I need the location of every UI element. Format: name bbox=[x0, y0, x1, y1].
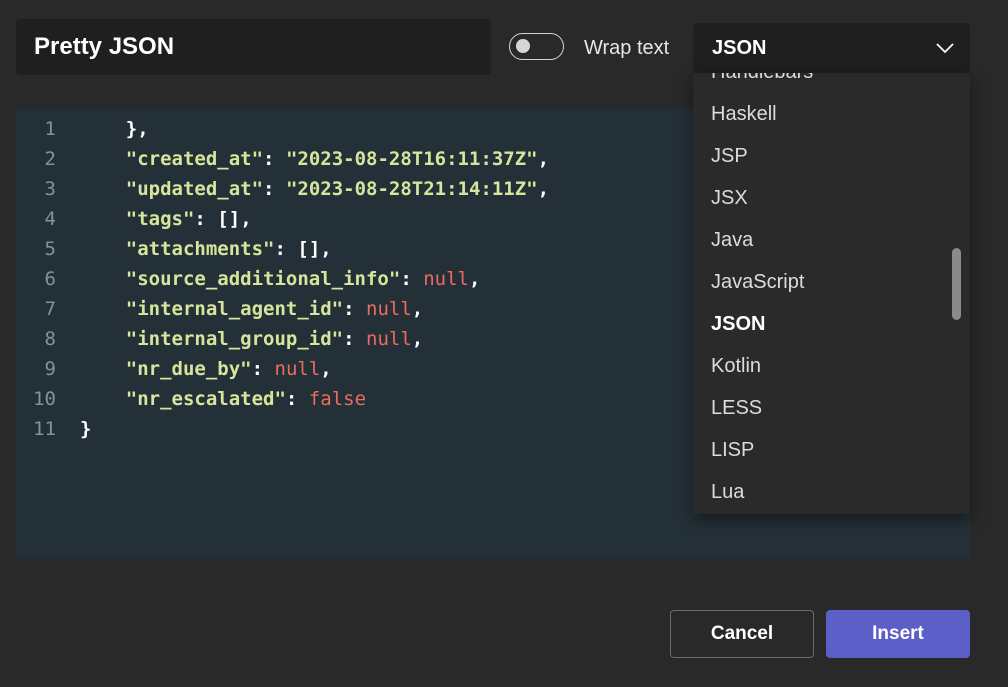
wrap-text-label: Wrap text bbox=[584, 37, 670, 59]
code-text: "tags": [], bbox=[125, 208, 252, 230]
json-value: null bbox=[366, 298, 412, 320]
code-text: "internal_group_id": null, bbox=[125, 328, 424, 350]
json-key: "source_additional_info" bbox=[125, 268, 401, 290]
language-dropdown: Lua LISP LESS Kotlin JSON JavaScript Java JSX JS… bbox=[693, 73, 970, 514]
code-text: "attachments": [], bbox=[125, 238, 332, 260]
json-key: "nr_due_by" bbox=[125, 358, 252, 380]
json-key: "updated_at" bbox=[125, 178, 264, 200]
json-key: "internal_agent_id" bbox=[125, 298, 344, 320]
language-option[interactable]: Lua bbox=[711, 480, 744, 504]
code-text: "source_additional_info": null, bbox=[125, 268, 481, 290]
code-text: } bbox=[80, 418, 92, 440]
json-value: [] bbox=[217, 208, 241, 230]
code-text: "updated_at": "2023-08-28T21:14:11Z", bbox=[125, 178, 550, 200]
dropdown-scrollbar[interactable] bbox=[952, 248, 961, 320]
json-key: "created_at" bbox=[125, 148, 264, 170]
language-select[interactable]: JSON bbox=[693, 23, 970, 73]
insert-button[interactable]: Insert bbox=[826, 610, 970, 658]
language-option[interactable]: Haskell bbox=[711, 102, 777, 126]
line-number: 4 bbox=[44, 208, 56, 230]
language-option[interactable]: JavaScript bbox=[711, 270, 804, 294]
chevron-down-icon bbox=[936, 43, 954, 54]
language-option[interactable]: JSP bbox=[711, 144, 748, 168]
json-value: [] bbox=[297, 238, 321, 260]
line-number: 6 bbox=[44, 268, 56, 290]
language-option[interactable]: LESS bbox=[711, 396, 762, 420]
line-number: 8 bbox=[44, 328, 56, 350]
code-text: "nr_due_by": null, bbox=[125, 358, 332, 380]
line-number: 9 bbox=[44, 358, 56, 380]
code-text: "internal_agent_id": null, bbox=[125, 298, 424, 320]
toggle-knob bbox=[516, 39, 530, 53]
code-text: "created_at": "2023-08-28T16:11:37Z", bbox=[125, 148, 550, 170]
json-key: "attachments" bbox=[125, 238, 275, 260]
line-number: 11 bbox=[33, 418, 56, 440]
language-option[interactable]: JSON bbox=[711, 312, 765, 336]
wrap-text-toggle[interactable] bbox=[509, 33, 564, 60]
json-value: false bbox=[308, 388, 367, 410]
language-select-value: JSON bbox=[712, 36, 767, 59]
cancel-button[interactable]: Cancel bbox=[670, 610, 814, 658]
json-value: null bbox=[423, 268, 469, 290]
snippet-title: Pretty JSON bbox=[34, 33, 175, 60]
json-key: "tags" bbox=[125, 208, 195, 230]
line-number: 7 bbox=[44, 298, 56, 320]
line-number: 5 bbox=[44, 238, 56, 260]
json-value: "2023-08-28T21:14:11Z" bbox=[285, 178, 538, 200]
code-text: "nr_escalated": false bbox=[125, 388, 367, 410]
json-value: null bbox=[366, 328, 412, 350]
language-option[interactable]: Java bbox=[711, 228, 753, 252]
line-number: 2 bbox=[44, 148, 56, 170]
language-option[interactable]: Handlebars bbox=[711, 73, 813, 84]
language-option[interactable]: LISP bbox=[711, 438, 754, 462]
line-number: 3 bbox=[44, 178, 56, 200]
json-key: "nr_escalated" bbox=[125, 388, 286, 410]
language-option[interactable]: JSX bbox=[711, 186, 748, 210]
snippet-title-field[interactable]: Pretty JSON bbox=[16, 19, 491, 75]
line-number: 10 bbox=[33, 388, 56, 410]
json-value: "2023-08-28T16:11:37Z" bbox=[285, 148, 538, 170]
json-value: null bbox=[274, 358, 321, 380]
json-key: "internal_group_id" bbox=[125, 328, 344, 350]
language-option[interactable]: Kotlin bbox=[711, 354, 761, 378]
code-text: }, bbox=[125, 118, 149, 140]
line-number: 1 bbox=[44, 118, 56, 140]
